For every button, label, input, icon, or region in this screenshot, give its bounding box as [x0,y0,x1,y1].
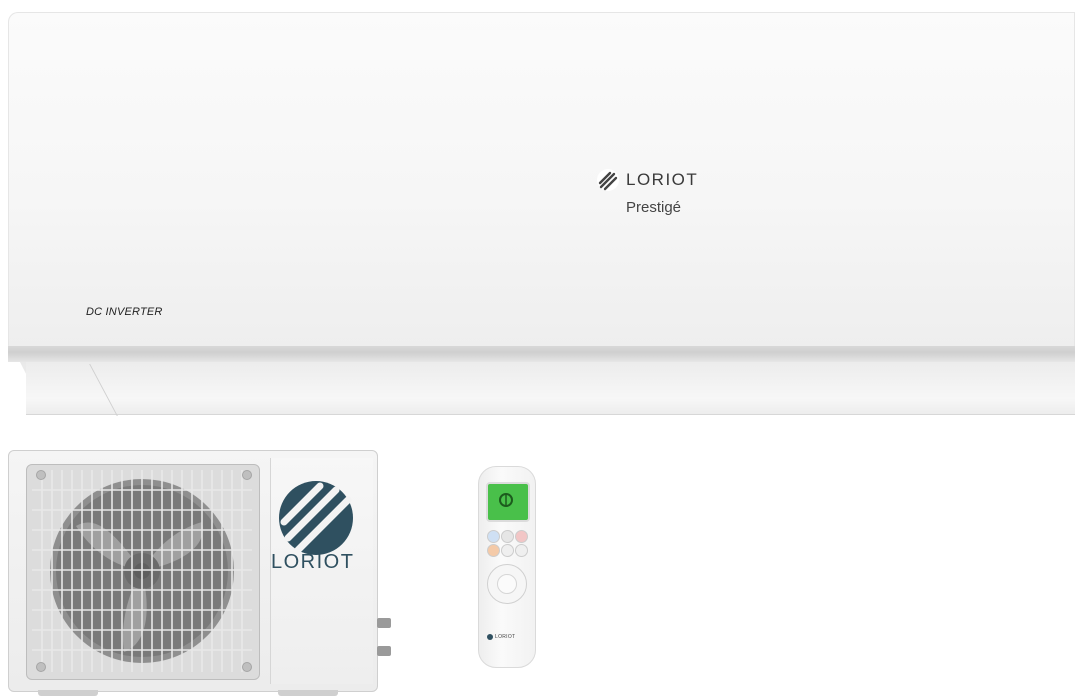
loriot-logo-icon [279,481,353,555]
remote-button [487,544,500,557]
indoor-unit-louver [26,362,1075,415]
remote-brand-text: LORIOT [495,634,516,640]
service-valve [377,618,391,628]
outdoor-brand-text: LORIOT [271,551,355,573]
outdoor-grille [32,470,252,672]
remote-lcd-icon [499,493,513,507]
unit-foot [38,690,98,696]
service-valve [377,646,391,656]
loriot-logo-icon [596,168,620,192]
indoor-unit-body [8,12,1075,352]
grille-screw [36,662,46,672]
unit-foot [278,690,338,696]
remote-brand: LORIOT [487,634,515,640]
remote-power-button [501,544,514,557]
indoor-unit-seam [8,346,1075,362]
indoor-unit: LORIOT Prestigé DC INVERTER [8,12,1075,416]
remote-button [515,544,528,557]
remote-button [487,530,500,543]
remote-button [515,530,528,543]
indoor-brand: LORIOT [596,168,698,192]
indoor-series-label: Prestigé [626,199,682,216]
remote-dpad-center [497,574,517,594]
grille-screw [242,662,252,672]
grille-screw [36,470,46,480]
indoor-brand-text: LORIOT [626,170,699,189]
remote-control: LORIOT [478,466,536,668]
dc-inverter-label: DC INVERTER [86,306,163,318]
loriot-logo-icon [487,634,493,640]
remote-button [501,530,514,543]
outdoor-unit: LORIOT [8,450,391,696]
grille-screw [242,470,252,480]
